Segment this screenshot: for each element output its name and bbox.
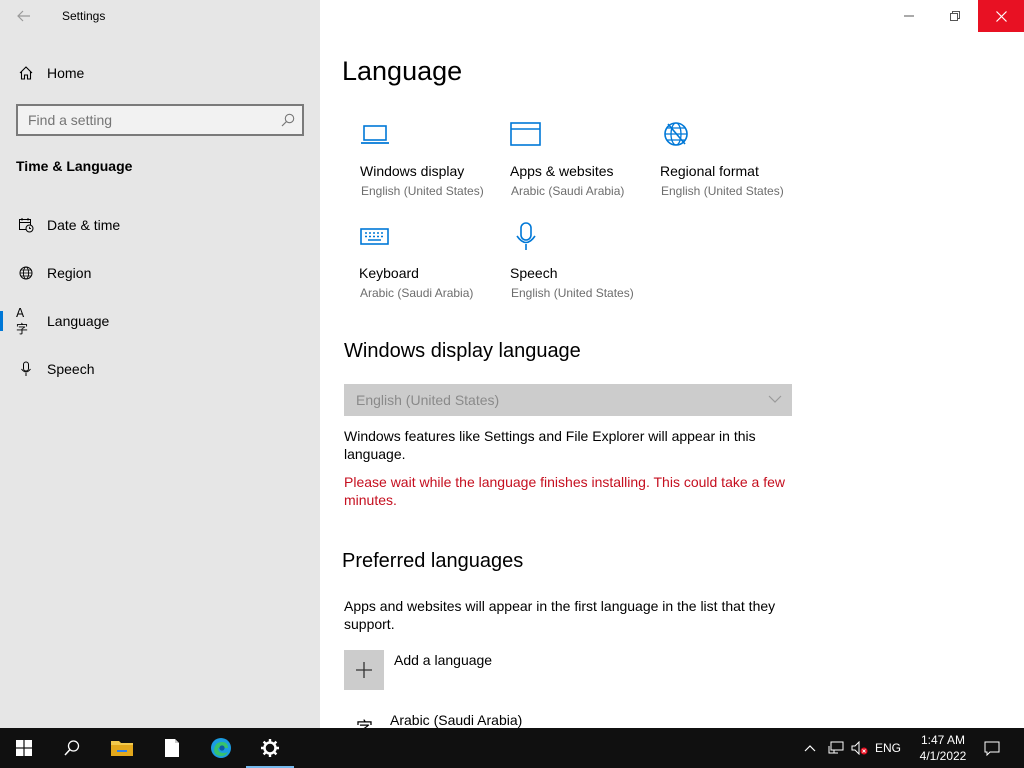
tile-name: Regional format bbox=[660, 163, 759, 179]
nav-home-label: Home bbox=[47, 65, 85, 81]
sidebar-item-label: Region bbox=[47, 265, 92, 281]
add-language-label[interactable]: Add a language bbox=[394, 652, 492, 668]
sidebar-item-region[interactable]: Region bbox=[0, 255, 320, 291]
display-language-description: Windows features like Settings and File … bbox=[344, 428, 756, 462]
clock-date: 4/1/2022 bbox=[919, 749, 967, 763]
globe-icon bbox=[16, 263, 36, 283]
language-glyph-icon: 字 bbox=[356, 714, 376, 728]
file-explorer-button[interactable] bbox=[98, 728, 146, 768]
show-hidden-icons-button[interactable] bbox=[798, 728, 822, 768]
restore-icon bbox=[950, 11, 960, 21]
network-button[interactable] bbox=[824, 728, 848, 768]
tile-regional-format[interactable]: Regional format English (United States) bbox=[660, 118, 810, 208]
nav-home[interactable]: Home bbox=[0, 56, 320, 90]
tile-sub: English (United States) bbox=[511, 286, 634, 300]
search-icon bbox=[64, 740, 80, 756]
language-icon: A字 bbox=[16, 305, 29, 336]
search-box[interactable] bbox=[16, 104, 304, 136]
tile-name: Keyboard bbox=[359, 265, 419, 281]
search-icon[interactable] bbox=[280, 112, 296, 128]
tile-sub: Arabic (Saudi Arabia) bbox=[511, 184, 625, 198]
display-language-dropdown[interactable]: English (United States) bbox=[344, 384, 792, 416]
section-title: Time & Language bbox=[16, 158, 133, 174]
sidebar-item-label: Speech bbox=[47, 361, 95, 377]
start-icon bbox=[16, 740, 32, 756]
window-icon bbox=[510, 122, 541, 146]
home-icon bbox=[16, 63, 36, 83]
install-warning: Please wait while the language finishes … bbox=[344, 474, 785, 508]
back-arrow-icon bbox=[17, 10, 30, 22]
tile-keyboard[interactable]: Keyboard Arabic (Saudi Arabia) bbox=[359, 220, 509, 310]
sidebar-item-date-time[interactable]: Date & time bbox=[0, 207, 320, 243]
settings-icon bbox=[261, 739, 279, 757]
sidebar: Settings Home Time & Language Date & tim… bbox=[0, 0, 320, 728]
minimize-button[interactable] bbox=[886, 0, 932, 32]
network-icon bbox=[828, 741, 844, 754]
edge-button[interactable] bbox=[197, 728, 245, 768]
sidebar-item-label: Language bbox=[47, 313, 110, 329]
active-indicator bbox=[0, 311, 3, 331]
preferred-languages-description: Apps and websites will appear in the fir… bbox=[344, 598, 776, 632]
tile-sub: English (United States) bbox=[661, 184, 784, 198]
back-button[interactable] bbox=[8, 0, 40, 32]
tile-sub: English (United States) bbox=[361, 184, 484, 198]
action-center-button[interactable] bbox=[976, 728, 1008, 768]
title-bar: Settings bbox=[0, 0, 320, 32]
file-explorer-icon bbox=[111, 741, 133, 756]
tile-name: Speech bbox=[510, 265, 558, 281]
search-input[interactable] bbox=[28, 112, 268, 128]
calendar-clock-icon bbox=[16, 215, 36, 235]
page-title: Language bbox=[342, 56, 463, 86]
restore-button[interactable] bbox=[932, 0, 978, 32]
tile-windows-display[interactable]: Windows display English (United States) bbox=[360, 118, 510, 208]
tile-sub: Arabic (Saudi Arabia) bbox=[360, 286, 474, 300]
sidebar-item-label: Date & time bbox=[47, 217, 121, 233]
tile-speech[interactable]: Speech English (United States) bbox=[510, 220, 660, 310]
language-item-arabic[interactable]: Arabic (Saudi Arabia) bbox=[390, 712, 522, 728]
sidebar-item-speech[interactable]: Speech bbox=[0, 351, 320, 387]
input-language-indicator[interactable]: ENG bbox=[872, 728, 904, 768]
close-button[interactable] bbox=[978, 0, 1024, 32]
search-button[interactable] bbox=[48, 728, 96, 768]
preferred-languages-heading: Preferred languages bbox=[342, 550, 524, 572]
tile-name: Windows display bbox=[360, 163, 465, 179]
taskbar: ENG 1:47 AM 4/1/2022 bbox=[0, 728, 1024, 768]
tile-name: Apps & websites bbox=[510, 163, 614, 179]
keyboard-icon bbox=[360, 228, 389, 245]
sidebar-item-language[interactable]: A字 Language bbox=[0, 303, 320, 339]
settings-button[interactable] bbox=[246, 728, 294, 768]
minimize-icon bbox=[904, 15, 914, 17]
notepad-button[interactable] bbox=[148, 728, 196, 768]
globe-icon bbox=[664, 122, 688, 146]
plus-icon bbox=[356, 662, 372, 678]
volume-muted-icon bbox=[851, 741, 868, 755]
chevron-down-icon bbox=[768, 395, 782, 403]
volume-button[interactable] bbox=[848, 728, 872, 768]
clock[interactable]: 1:47 AM 4/1/2022 bbox=[912, 732, 974, 764]
tile-apps-websites[interactable]: Apps & websites Arabic (Saudi Arabia) bbox=[510, 118, 660, 208]
dropdown-value: English (United States) bbox=[356, 392, 500, 408]
notification-icon bbox=[984, 741, 1000, 756]
chevron-up-icon bbox=[804, 745, 816, 752]
display-language-heading: Windows display language bbox=[344, 340, 581, 362]
clock-time: 1:47 AM bbox=[920, 733, 966, 747]
close-icon bbox=[995, 10, 1007, 22]
edge-icon bbox=[211, 738, 231, 758]
app-title: Settings bbox=[62, 9, 106, 23]
start-button[interactable] bbox=[0, 728, 48, 768]
microphone-icon bbox=[16, 359, 36, 379]
main-content: Language Windows display English (United… bbox=[320, 0, 1024, 728]
laptop-icon bbox=[361, 125, 389, 144]
microphone-icon bbox=[516, 222, 536, 250]
add-language-button[interactable] bbox=[344, 650, 384, 690]
notepad-icon bbox=[165, 739, 179, 757]
window-controls bbox=[886, 0, 1024, 32]
